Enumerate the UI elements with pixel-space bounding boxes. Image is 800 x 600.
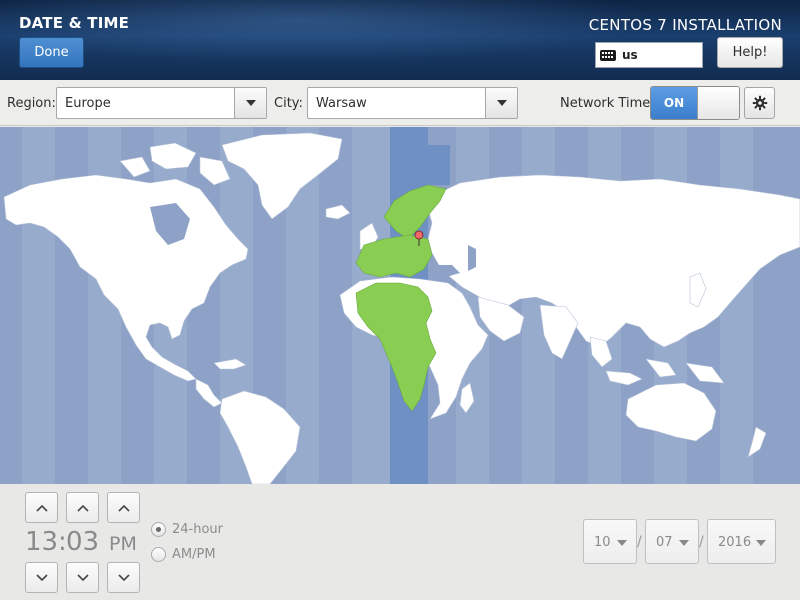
format-ampm-label: AM/PM [172,547,216,562]
format-24h-label: 24-hour [172,522,224,537]
world-map[interactable] [0,127,800,484]
date-separator: / [699,534,704,550]
hour-up-button[interactable] [25,492,58,523]
minute-down-button[interactable] [66,562,99,593]
network-time-label: Network Time [560,96,651,111]
year-value: 2016 [718,535,752,550]
region-value: Europe [65,96,111,111]
hours-value: 13 [25,527,59,557]
chevron-down-icon [245,100,256,106]
done-button[interactable]: Done [19,37,84,68]
period-up-button[interactable] [107,492,140,523]
period-value: PM [109,533,137,555]
city-value: Warsaw [316,96,367,111]
month-combo[interactable]: 10 [583,519,637,564]
help-button[interactable]: Help! [717,37,783,68]
header-bar: DATE & TIME Done CENTOS 7 INSTALLATION u… [0,0,800,80]
hour-down-button[interactable] [25,562,58,593]
chevron-down-icon [76,573,89,581]
format-ampm-radio[interactable] [151,547,166,562]
date-separator: / [637,534,642,550]
minute-up-button[interactable] [66,492,99,523]
region-label: Region: [7,96,56,111]
gear-icon [752,95,767,111]
chevron-up-icon [35,504,48,512]
product-title: CENTOS 7 INSTALLATION [588,16,782,34]
switch-knob[interactable] [697,87,739,119]
timezone-map[interactable] [0,127,800,484]
region-dropdown-button[interactable] [234,88,266,118]
minutes-value: 03 [66,527,100,557]
keyboard-layout-label: us [622,48,638,62]
chevron-down-icon [679,540,689,546]
chevron-down-icon [756,540,766,546]
chevron-up-icon [117,504,130,512]
region-combo[interactable]: Europe [56,87,267,119]
chevron-up-icon [76,504,89,512]
chevron-down-icon [117,573,130,581]
chevron-down-icon [617,540,627,546]
keyboard-icon [600,49,616,61]
page-title: DATE & TIME [19,14,130,32]
ntp-config-button[interactable] [744,87,775,119]
city-dropdown-button[interactable] [485,88,517,118]
month-value: 10 [594,535,611,550]
city-label: City: [274,96,303,111]
keyboard-layout-indicator[interactable]: us [595,42,703,68]
chevron-down-icon [35,573,48,581]
period-down-button[interactable] [107,562,140,593]
switch-on-label: ON [651,87,697,119]
date-time-spoke: DATE & TIME Done CENTOS 7 INSTALLATION u… [0,0,800,600]
day-combo[interactable]: 07 [645,519,699,564]
city-combo[interactable]: Warsaw [307,87,518,119]
chevron-down-icon [496,100,507,106]
network-time-switch[interactable]: ON [650,86,740,120]
year-combo[interactable]: 2016 [707,519,776,564]
format-24h-radio[interactable] [151,522,166,537]
day-value: 07 [656,535,673,550]
